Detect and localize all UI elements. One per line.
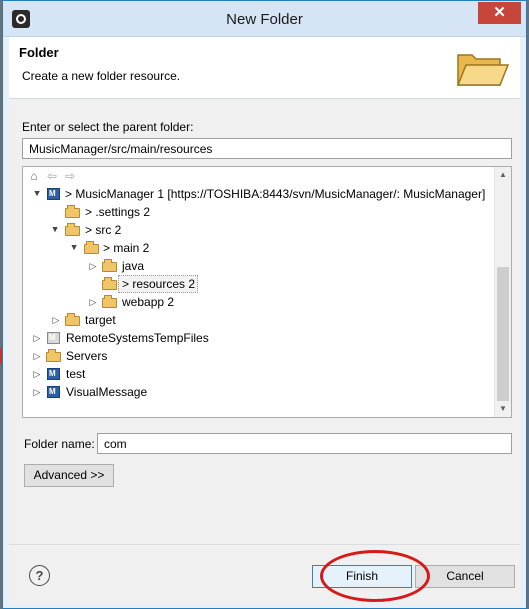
page-title: Folder xyxy=(19,45,59,60)
cancel-button[interactable]: Cancel xyxy=(415,565,515,588)
parent-folder-label: Enter or select the parent folder: xyxy=(22,120,194,134)
tree-row-main[interactable]: ▲ > main 2 xyxy=(23,239,493,257)
folder-icon xyxy=(65,313,81,327)
wizard-footer: ? Finish Cancel xyxy=(9,544,520,604)
collapse-arrow-icon[interactable]: ▷ xyxy=(51,311,61,329)
title-bar: New Folder ✕ xyxy=(3,1,526,37)
collapse-arrow-icon[interactable]: ▷ xyxy=(32,365,42,383)
project-icon xyxy=(46,329,62,347)
tree-row-label: java xyxy=(122,259,145,273)
tree-row-label: > MusicManager 1 [https://TOSHIBA:8443/s… xyxy=(65,187,486,201)
folder-icon xyxy=(84,241,100,255)
page-description: Create a new folder resource. xyxy=(22,69,181,83)
tree-toolbar: ⌂ ⇦ ⇨ xyxy=(23,167,493,185)
back-icon[interactable]: ⇦ xyxy=(45,169,59,183)
folder-icon xyxy=(65,205,81,219)
window-title: New Folder xyxy=(226,11,303,28)
forward-icon[interactable]: ⇨ xyxy=(63,169,77,183)
tree-row-java[interactable]: ▷ java xyxy=(23,257,493,275)
tree-row-label: RemoteSystemsTempFiles xyxy=(66,331,209,345)
wizard-content: Enter or select the parent folder: ⌂ ⇦ ⇨… xyxy=(9,100,520,544)
scroll-down-icon[interactable]: ▼ xyxy=(495,401,511,417)
scroll-up-icon[interactable]: ▲ xyxy=(495,167,511,183)
folder-icon xyxy=(46,349,62,363)
tree-row-visualmessage[interactable]: ▷ VisualMessage xyxy=(23,383,493,401)
collapse-arrow-icon[interactable]: ▷ xyxy=(32,383,42,401)
tree-row-label: target xyxy=(85,313,116,327)
vertical-scrollbar[interactable]: ▲ ▼ xyxy=(494,167,511,417)
scrollbar-thumb[interactable] xyxy=(497,267,509,401)
project-icon xyxy=(46,383,62,401)
tree-row-webapp[interactable]: ▷ webapp 2 xyxy=(23,293,493,311)
tree-row-settings[interactable]: > .settings 2 xyxy=(23,203,493,221)
expand-arrow-icon[interactable]: ▲ xyxy=(50,221,60,239)
folder-name-label: Folder name: xyxy=(24,437,95,451)
expand-arrow-icon[interactable]: ▲ xyxy=(69,239,79,257)
collapse-arrow-icon[interactable]: ▷ xyxy=(88,257,98,275)
expand-arrow-icon[interactable]: ▲ xyxy=(32,185,42,203)
new-folder-dialog: New Folder ✕ Folder Create a new folder … xyxy=(2,0,527,609)
wizard-header: Folder Create a new folder resource. xyxy=(9,37,520,99)
collapse-arrow-icon[interactable]: ▷ xyxy=(32,329,42,347)
folder-icon xyxy=(102,295,118,309)
folder-icon xyxy=(65,223,81,237)
folder-name-input[interactable] xyxy=(97,433,512,454)
annotation-circle xyxy=(320,550,430,602)
tree-row-label: test xyxy=(66,367,86,381)
tree-row-label: > resources 2 xyxy=(122,277,196,291)
tree-row-test[interactable]: ▷ test xyxy=(23,365,493,383)
tree-row-remotesystems[interactable]: ▷ RemoteSystemsTempFiles xyxy=(23,329,493,347)
tree-row-label: > .settings 2 xyxy=(85,205,151,219)
home-icon[interactable]: ⌂ xyxy=(27,169,41,183)
tree-row-servers[interactable]: ▷ Servers xyxy=(23,347,493,365)
parent-folder-input[interactable] xyxy=(22,138,512,159)
tree-row-musicmanager[interactable]: ▲ > MusicManager 1 [https://TOSHIBA:8443… xyxy=(23,185,493,203)
tree-row-target[interactable]: ▷ target xyxy=(23,311,493,329)
close-button[interactable]: ✕ xyxy=(478,2,521,24)
tree-row-label: > src 2 xyxy=(85,223,122,237)
folder-icon xyxy=(102,277,118,291)
tree-row-src[interactable]: ▲ > src 2 xyxy=(23,221,493,239)
project-icon xyxy=(46,365,62,383)
folder-icon xyxy=(102,259,118,273)
advanced-button[interactable]: Advanced >> xyxy=(24,464,114,487)
help-icon[interactable]: ? xyxy=(29,565,50,586)
collapse-arrow-icon[interactable]: ▷ xyxy=(32,347,42,365)
tree-row-label: webapp 2 xyxy=(122,295,175,309)
open-folder-icon xyxy=(456,54,510,86)
tree-row-resources[interactable]: > resources 2 xyxy=(23,275,493,293)
project-icon xyxy=(46,185,62,203)
tree-row-label: VisualMessage xyxy=(66,385,148,399)
folder-tree[interactable]: ⌂ ⇦ ⇨ ▲ > MusicManager 1 [https://TOSHIB… xyxy=(22,166,512,418)
tree-row-label: Servers xyxy=(66,349,108,363)
tree-row-label: > main 2 xyxy=(103,241,150,255)
collapse-arrow-icon[interactable]: ▷ xyxy=(88,293,98,311)
